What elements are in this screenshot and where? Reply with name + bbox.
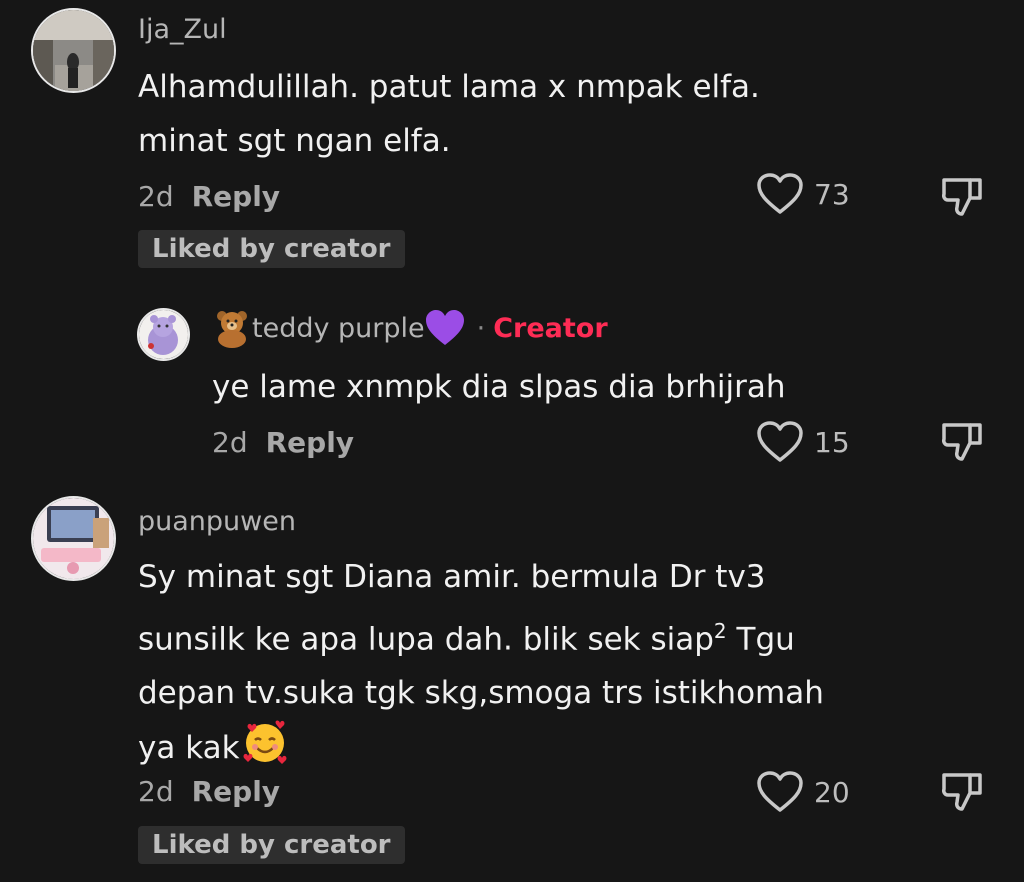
comment-line: ya kak [138, 720, 824, 775]
heart-outline-icon [757, 771, 803, 812]
comment-line: Alhamdulillah. patut lama x nmpak elfa. [138, 69, 760, 105]
heart-outline-icon [757, 173, 803, 214]
comment-text: ye lame xnmpk dia slpas dia brhijrah [212, 369, 786, 405]
comment-text: Sy minat sgt Diana amir. bermula Dr tv3 … [138, 550, 824, 775]
thumbs-down-outline-icon [942, 423, 982, 461]
avatar[interactable] [31, 496, 116, 581]
reply-button[interactable]: Reply [192, 775, 280, 808]
smiling-face-with-hearts-emoji [243, 720, 287, 765]
comment-item: Ija_Zul Alhamdulillah. patut lama x nmpa… [0, 0, 1024, 290]
comment-line: sunsilk ke apa lupa dah. blik sek siap2 … [138, 604, 824, 666]
reply-comment-item: teddy purple · Creator ye lame xnmpk dia… [0, 290, 1024, 480]
dislike-button[interactable] [940, 771, 984, 817]
comment-username[interactable]: puanpuwen [138, 506, 296, 537]
comment-meta: 2d Reply [212, 426, 354, 459]
dislike-button[interactable] [940, 421, 984, 467]
comment-line: minat sgt ngan elfa. [138, 123, 451, 159]
like-button[interactable]: 73 [756, 172, 850, 216]
comment-line-part: Tgu [726, 621, 795, 658]
like-button[interactable]: 20 [756, 770, 850, 814]
comment-meta: 2d Reply [138, 775, 280, 808]
comment-meta: 2d Reply [138, 180, 280, 213]
comment-username[interactable]: teddy purple [252, 313, 425, 344]
avatar[interactable] [137, 308, 190, 361]
comment-time: 2d [138, 775, 174, 808]
reply-button[interactable]: Reply [192, 180, 280, 213]
avatar[interactable] [31, 8, 116, 93]
thumbs-down-outline-icon [942, 178, 982, 216]
comment-line: Sy minat sgt Diana amir. bermula Dr tv3 [138, 559, 766, 595]
comment-line-part: ya kak [138, 730, 240, 767]
comment-username-row: teddy purple · Creator [212, 308, 608, 348]
like-count: 20 [814, 775, 850, 809]
like-count: 73 [814, 177, 850, 211]
comment-time: 2d [212, 426, 248, 459]
comment-line-part: sunsilk ke apa lupa dah. blik sek siap [138, 621, 714, 658]
like-count: 15 [814, 425, 850, 459]
comment-time: 2d [138, 180, 174, 213]
like-button[interactable]: 15 [756, 420, 850, 464]
creator-label: Creator [493, 312, 608, 344]
superscript: 2 [713, 619, 727, 643]
teddy-bear-emoji [217, 311, 247, 348]
comment-line: depan tv.suka tgk skg,smoga trs istikhom… [138, 675, 824, 712]
dislike-button[interactable] [940, 176, 984, 222]
thumbs-down-outline-icon [942, 773, 982, 811]
reply-button[interactable]: Reply [266, 426, 354, 459]
liked-by-creator-badge: Liked by creator [138, 826, 405, 864]
separator-dot: · [476, 312, 486, 344]
liked-by-creator-badge: Liked by creator [138, 230, 405, 268]
comment-username[interactable]: Ija_Zul [138, 14, 227, 45]
comment-text: Alhamdulillah. patut lama x nmpak elfa. … [138, 60, 760, 168]
heart-outline-icon [757, 421, 803, 462]
purple-heart-emoji [425, 310, 464, 345]
comment-item: puanpuwen Sy minat sgt Diana amir. bermu… [0, 490, 1024, 882]
